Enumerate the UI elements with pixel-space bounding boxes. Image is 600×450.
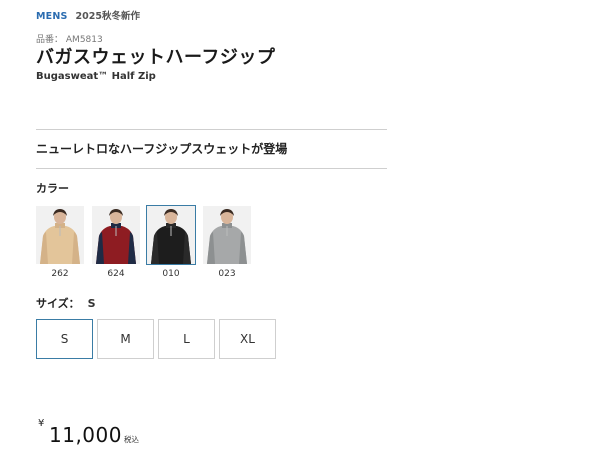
size-button-m[interactable]: M [97,319,154,359]
model-photo [36,206,84,264]
model-photo [147,206,195,264]
tax-note: 税込 [124,435,139,444]
size-button-s[interactable]: S [36,319,93,359]
color-code-262: 262 [51,269,69,279]
catch-copy: ニューレトロなハーフジップスウェットが登場 [36,142,288,156]
divider-bottom [36,168,387,169]
size-label-row: サイズ： S [36,295,96,311]
color-swatch-262[interactable] [36,206,84,264]
divider-top [36,129,387,130]
product-title: バガスウェットハーフジップ [36,47,276,68]
size-button-xl[interactable]: XL [219,319,276,359]
product-subtitle: Bugasweat™ Half Zip [36,71,156,82]
model-photo [92,206,140,264]
season-tag: 2025秋冬新作 [75,11,140,22]
currency-symbol: ¥ [38,418,45,429]
selected-size-value: S [87,297,96,310]
color-code-624: 624 [107,269,125,279]
color-swatch-023[interactable] [203,206,251,264]
price-amount: 11,000 [49,423,122,447]
model-photo [203,206,251,264]
color-swatch-010[interactable] [146,205,196,265]
product-tags: MENS 2025秋冬新作 [36,8,140,22]
color-label: カラー [36,182,69,195]
category-tag[interactable]: MENS [36,11,68,22]
size-button-l[interactable]: L [158,319,215,359]
color-code-023: 023 [218,269,236,279]
color-swatch-624[interactable] [92,206,140,264]
color-code-010: 010 [162,269,180,279]
size-label: サイズ： [36,297,80,310]
